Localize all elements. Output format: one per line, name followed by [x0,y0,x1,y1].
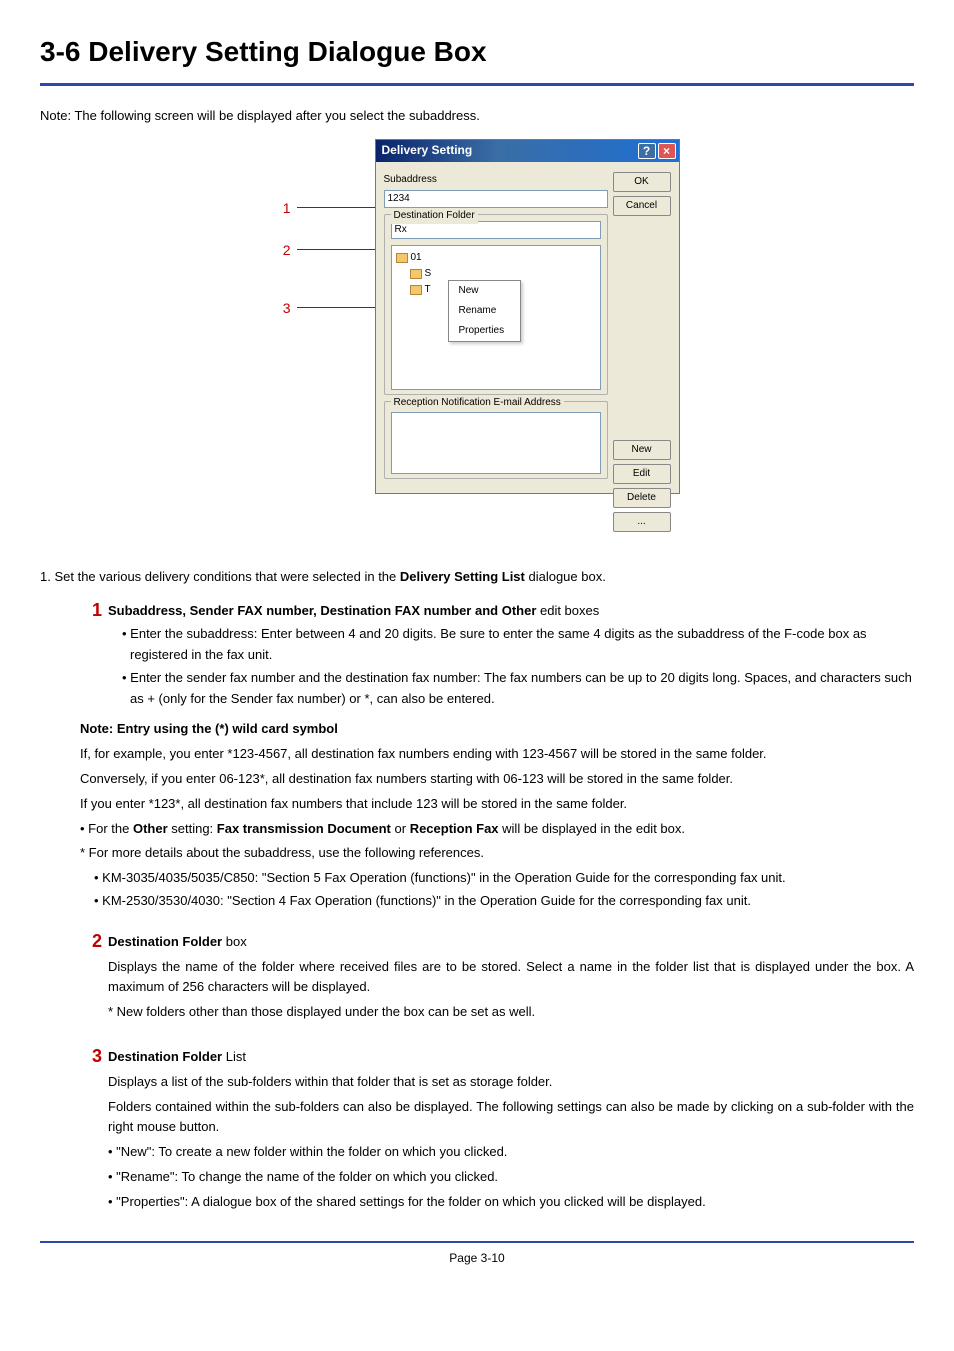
sec3-num: 3 [80,1047,102,1067]
tree-sub1-label: S [425,266,432,282]
delivery-setting-dialog: Delivery Setting ? × Subaddress 1234 Des… [375,139,680,494]
sec3-p1: Displays a list of the sub-folders withi… [108,1072,914,1093]
callout-num-2: 2 [275,239,291,261]
tree-sub2-label: T [425,282,431,298]
cancel-button[interactable]: Cancel [613,196,671,216]
email-legend: Reception Notification E-mail Address [391,395,564,411]
sec1-wild1: If, for example, you enter *123-4567, al… [80,744,914,765]
note-prefix: Note: [40,108,74,123]
new-button[interactable]: New [613,440,671,460]
sec1-ref-head: * For more details about the subaddress,… [80,843,914,864]
dialog-titlebar[interactable]: Delivery Setting ? × [376,140,679,162]
sec2-p2: * New folders other than those displayed… [108,1002,914,1023]
sec1-num: 1 [80,601,102,621]
dialog-title: Delivery Setting [382,141,473,160]
section-3: 3 Destination Folder List Displays a lis… [80,1047,914,1217]
sec2-num: 2 [80,932,102,952]
callout-num-3: 3 [275,297,291,319]
sec1-note-title: Note: Entry using the (*) wild card symb… [80,719,914,740]
sec1-bullet2: • Enter the sender fax number and the de… [116,668,914,710]
sec1-title: Subaddress, Sender FAX number, Destinati… [108,601,914,622]
subaddress-label: Subaddress [384,172,608,188]
sec3-b3: • "Properties": A dialogue box of the sh… [108,1192,914,1213]
callout-num-1: 1 [275,197,291,219]
callout-2: 2 [275,239,375,261]
sec2-p1: Displays the name of the folder where re… [108,957,914,999]
lower-button-column: New Edit Delete ... [613,440,671,532]
context-menu: New Rename Properties [448,280,522,342]
figure: 1 2 3 Delivery Setting ? × Subaddress 12… [40,139,914,539]
ctx-new[interactable]: New [449,281,521,301]
callout-line-icon [297,307,375,308]
page-footer: Page 3-10 [40,1241,914,1268]
sec2-title: Destination Folder box [108,932,914,953]
sec3-p2: Folders contained within the sub-folders… [108,1097,914,1139]
delete-button[interactable]: Delete [613,488,671,508]
section-1: 1 Subaddress, Sender FAX number, Destina… [80,601,914,911]
folder-icon [410,285,422,295]
callout-line-icon [297,249,375,250]
ctx-rename[interactable]: Rename [449,301,521,321]
sec1-wild3: If you enter *123*, all destination fax … [80,794,914,815]
note-body: The following screen will be displayed a… [74,108,479,123]
sec1-other: • For the Other setting: Fax transmissio… [80,819,914,840]
note-line: Note: The following screen will be displ… [40,106,914,127]
page-title: 3-6 Delivery Setting Dialogue Box [40,30,914,86]
dest-folder-legend: Destination Folder [391,208,478,224]
sec1-wild2: Conversely, if you enter 06-123*, all de… [80,769,914,790]
edit-button[interactable]: Edit [613,464,671,484]
sec3-b1: • "New": To create a new folder within t… [108,1142,914,1163]
tree-root[interactable]: 01 [396,250,596,266]
sec3-b2: • "Rename": To change the name of the fo… [108,1167,914,1188]
intro-num: 1. [40,569,51,584]
intro-text-after: dialogue box. [525,569,606,584]
sec1-ref1: • KM-3035/4035/5035/C850: "Section 5 Fax… [88,868,914,889]
tree-root-label: 01 [411,250,422,266]
folder-icon [396,253,408,263]
folder-icon [410,269,422,279]
ok-button[interactable]: OK [613,172,671,192]
destination-folder-group: Destination Folder Rx 01 S [384,214,608,395]
callout-3: 3 [275,297,375,319]
help-button[interactable]: ? [638,143,656,159]
subaddress-input[interactable]: 1234 [384,190,608,208]
intro-step: 1. Set the various delivery conditions t… [40,567,914,588]
callout-1: 1 [275,197,375,219]
callout-line-icon [297,207,375,208]
intro-text-before: Set the various delivery conditions that… [54,569,399,584]
dialog-body: Subaddress 1234 Destination Folder Rx 01… [376,162,679,493]
more-button[interactable]: ... [613,512,671,532]
intro-bold: Delivery Setting List [400,569,525,584]
callout-column: 1 2 3 [275,139,375,539]
section-2: 2 Destination Folder box Displays the na… [80,932,914,1027]
sec1-bullet1: • Enter the subaddress: Enter between 4 … [116,624,914,666]
sec1-ref2: • KM-2530/3530/4030: "Section 4 Fax Oper… [88,891,914,912]
close-button[interactable]: × [658,143,676,159]
upper-button-column: OK Cancel [613,172,671,216]
email-group: Reception Notification E-mail Address [384,401,608,479]
email-listbox[interactable] [391,412,601,474]
ctx-properties[interactable]: Properties [449,321,521,341]
dest-folder-tree[interactable]: 01 S T New Rename Prop [391,245,601,390]
sec3-title: Destination Folder List [108,1047,914,1068]
